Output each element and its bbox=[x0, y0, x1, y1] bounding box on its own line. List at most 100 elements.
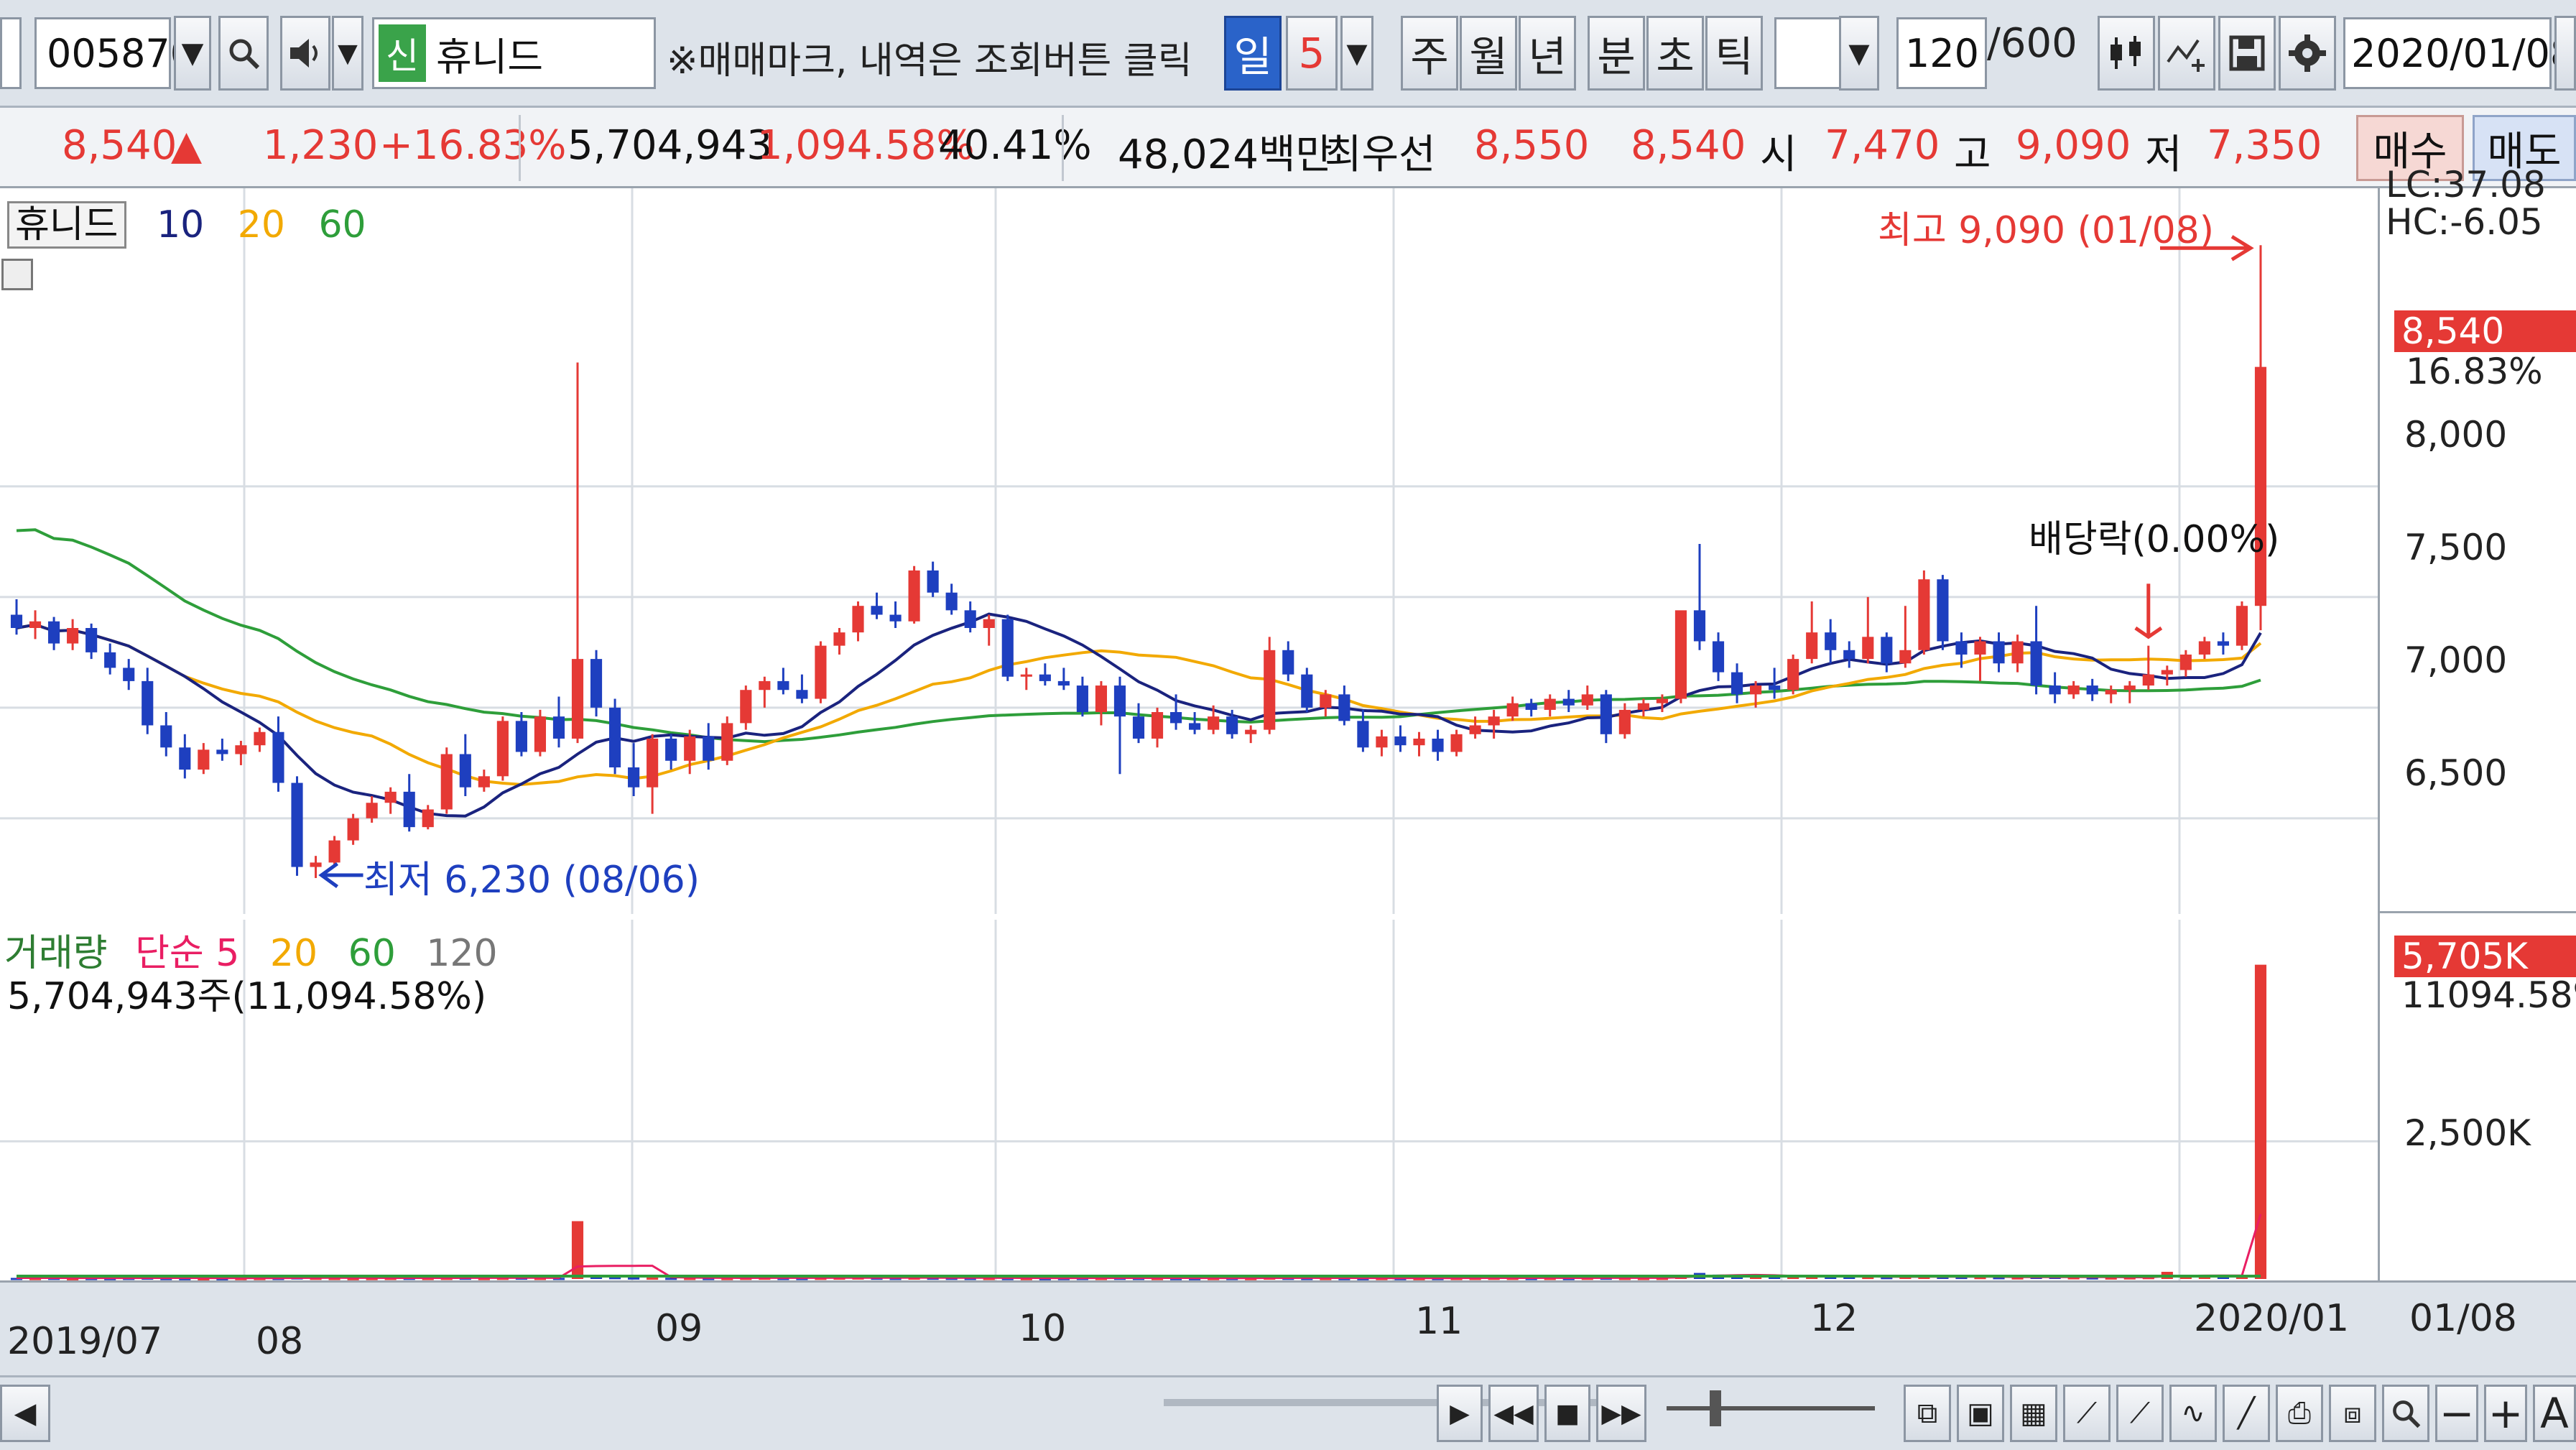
capture-button[interactable]: ⧈ bbox=[2329, 1385, 2376, 1442]
candle-body bbox=[964, 610, 976, 628]
candle-body bbox=[1787, 659, 1799, 691]
search-button[interactable] bbox=[218, 16, 269, 91]
trendline-icon: ⟋ bbox=[2077, 1397, 2097, 1430]
candle-body bbox=[534, 716, 547, 752]
candle-body bbox=[1132, 716, 1145, 739]
candle-body bbox=[1656, 698, 1668, 703]
candle-body bbox=[48, 621, 60, 644]
rewind-button[interactable]: ◀◀ bbox=[1488, 1385, 1539, 1442]
candle-body bbox=[1993, 641, 2005, 664]
period-multiplier-button[interactable]: 5 bbox=[1286, 16, 1338, 91]
period-year-button[interactable]: 년 bbox=[1519, 16, 1576, 91]
zoom-search-button[interactable] bbox=[2382, 1385, 2429, 1442]
legend-ma60: 60 bbox=[318, 203, 366, 246]
trade-volume: 5,704,943 bbox=[567, 122, 773, 169]
candle-style-button[interactable] bbox=[2098, 16, 2155, 91]
wave-tool-button[interactable]: ∿ bbox=[2169, 1385, 2217, 1442]
price-tick: 6,500 bbox=[2404, 752, 2508, 794]
window-tool-button[interactable]: ⧉ bbox=[1904, 1385, 1951, 1442]
price-change: 1,230 bbox=[263, 122, 379, 169]
period-dropdown-button[interactable]: ▼ bbox=[1340, 16, 1373, 91]
settings-button[interactable] bbox=[2279, 16, 2336, 91]
date-value: 2020/01/08 bbox=[2351, 30, 2575, 76]
period-minute-button[interactable]: 분 bbox=[1588, 16, 1645, 91]
save-button[interactable] bbox=[2218, 16, 2276, 91]
auto-scale-button[interactable]: A bbox=[2533, 1385, 2576, 1442]
candle-body bbox=[1001, 619, 1014, 677]
candle-body bbox=[1432, 738, 1444, 752]
sound-button[interactable] bbox=[280, 16, 330, 91]
candle-body bbox=[2236, 606, 2248, 646]
dividend-arrow bbox=[2134, 583, 2163, 639]
zoom-slider[interactable] bbox=[1667, 1406, 1875, 1410]
volume-current-marker: 5,705K bbox=[2394, 936, 2576, 977]
volume-tick: 2,500K bbox=[2404, 1112, 2531, 1154]
candle-body bbox=[852, 606, 864, 633]
play-icon: ▶ bbox=[1450, 1398, 1470, 1428]
candle-body bbox=[665, 738, 677, 761]
candle-body bbox=[796, 690, 808, 699]
price-chart-pane[interactable]: 휴니드 10 20 60 최고 9,090 (01/08) 배당락(0.00%)… bbox=[0, 188, 2378, 914]
period-week-button[interactable]: 주 bbox=[1401, 16, 1458, 91]
rewind-icon: ◀◀ bbox=[1493, 1398, 1534, 1428]
trendline-tool-button[interactable]: ⟋ bbox=[2063, 1385, 2111, 1442]
price-axis[interactable]: LC:37.08 HC:-6.05 8,540 16.83% 8,000 7,5… bbox=[2378, 164, 2576, 1280]
candle-body bbox=[347, 818, 359, 841]
chart-tool-button[interactable]: ▦ bbox=[2010, 1385, 2057, 1442]
bar-count-input[interactable]: 120 bbox=[1896, 17, 1987, 89]
tick-dropdown-button[interactable]: ▼ bbox=[1839, 16, 1879, 91]
candle-body bbox=[1039, 674, 1051, 681]
candle-body bbox=[2123, 685, 2136, 691]
period-month-button[interactable]: 월 bbox=[1460, 16, 1517, 91]
line-tool-button[interactable]: ╱ bbox=[2223, 1385, 2270, 1442]
grid-icon[interactable] bbox=[1, 259, 33, 290]
date-label: 12 bbox=[1810, 1297, 1858, 1340]
code-dropdown-button[interactable]: ▼ bbox=[174, 16, 211, 91]
low-annotation: 최저 6,230 (08/06) bbox=[363, 859, 700, 902]
price-chart[interactable] bbox=[0, 188, 2378, 914]
zoom-out-button[interactable]: − bbox=[2435, 1385, 2478, 1442]
candle-body bbox=[1544, 698, 1556, 710]
best-bid: 8,540 bbox=[1631, 122, 1746, 169]
scroll-track[interactable] bbox=[1164, 1399, 1609, 1406]
candle-body bbox=[1413, 738, 1425, 746]
candle-body bbox=[2086, 685, 2098, 695]
candle-body bbox=[1731, 672, 1743, 695]
candle-body bbox=[777, 680, 789, 691]
period-day-button[interactable]: 일 bbox=[1224, 16, 1282, 91]
candle-body bbox=[440, 754, 453, 810]
stock-name-field[interactable]: 신 휴니드 bbox=[372, 17, 656, 89]
indicator-add-button[interactable] bbox=[2158, 16, 2215, 91]
print-button[interactable]: ⎙ bbox=[2276, 1385, 2323, 1442]
stock-name: 휴니드 bbox=[436, 34, 544, 80]
panel-toggle[interactable] bbox=[0, 17, 22, 89]
chevron-down-icon: ▼ bbox=[181, 37, 204, 70]
zoom-in-button[interactable]: + bbox=[2484, 1385, 2527, 1442]
period-second-button[interactable]: 초 bbox=[1646, 16, 1704, 91]
trend-tool-button[interactable]: ⟋ bbox=[2116, 1385, 2164, 1442]
candle-body bbox=[29, 621, 42, 628]
calendar-button[interactable] bbox=[2554, 16, 2576, 91]
candle-body bbox=[908, 570, 920, 622]
sound-dropdown-button[interactable]: ▼ bbox=[332, 16, 363, 91]
fast-forward-button[interactable]: ▶▶ bbox=[1596, 1385, 1646, 1442]
stop-button[interactable]: ■ bbox=[1544, 1385, 1590, 1442]
split-tool-button[interactable]: ▣ bbox=[1957, 1385, 2004, 1442]
period-tick-button[interactable]: 틱 bbox=[1705, 16, 1763, 91]
candle-body bbox=[2254, 366, 2267, 606]
divider bbox=[519, 115, 521, 181]
scroll-left-button[interactable]: ◀ bbox=[0, 1385, 50, 1442]
candle-body bbox=[1076, 685, 1088, 713]
candle-body bbox=[254, 731, 266, 746]
stock-code-input[interactable]: 005870 bbox=[34, 17, 195, 89]
search-icon bbox=[229, 39, 260, 70]
volume-chart-pane[interactable]: 거래량 단순 5 20 60 120 5,704,943주(11,094.58%… bbox=[0, 920, 2378, 1280]
price-legend: 휴니드 10 20 60 bbox=[7, 194, 366, 249]
candle-body bbox=[496, 721, 509, 777]
price-tick: 8,000 bbox=[2404, 414, 2508, 456]
zoom-slider-handle[interactable] bbox=[1710, 1390, 1721, 1426]
bar-count-total: /600 bbox=[1987, 20, 2077, 67]
play-button[interactable]: ▶ bbox=[1437, 1385, 1483, 1442]
date-input[interactable]: 2020/01/08 bbox=[2343, 17, 2575, 89]
candle-body bbox=[552, 716, 565, 739]
